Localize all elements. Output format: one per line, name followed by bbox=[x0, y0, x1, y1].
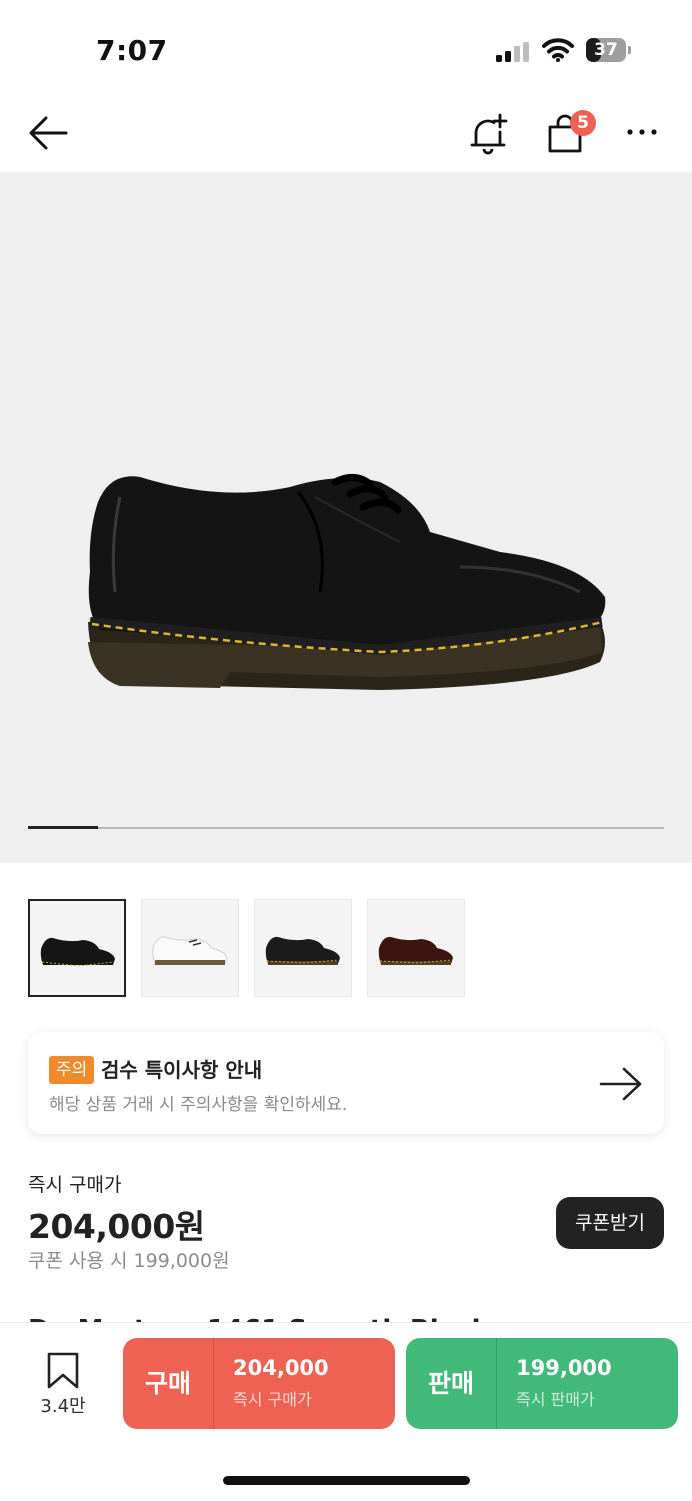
buy-label: 구매 bbox=[144, 1369, 191, 1398]
battery-indicator: 37 bbox=[586, 38, 632, 62]
battery-level: 37 bbox=[594, 40, 618, 60]
product-image-carousel[interactable] bbox=[0, 172, 692, 863]
arrow-right-icon bbox=[599, 1067, 642, 1101]
image-progress-track bbox=[28, 826, 664, 829]
more-options-button[interactable] bbox=[622, 120, 662, 144]
sell-amount: 199,000 bbox=[516, 1356, 612, 1380]
cart-count-badge: 5 bbox=[570, 110, 596, 136]
notice-title: 검수 특이사항 안내 bbox=[101, 1058, 263, 1082]
buy-sub-label: 즉시 구매가 bbox=[233, 1390, 312, 1409]
back-button[interactable] bbox=[26, 112, 74, 154]
notice-subtitle: 해당 상품 거래 시 주의사항을 확인하세요. bbox=[49, 1095, 348, 1115]
inspection-notice-card[interactable]: 주의 검수 특이사항 안내 해당 상품 거래 시 주의사항을 확인하세요. bbox=[28, 1032, 664, 1134]
thumbnail-black-alt[interactable] bbox=[254, 899, 352, 997]
get-coupon-button[interactable]: 쿠폰받기 bbox=[556, 1197, 664, 1249]
shoe-thumbnail-image bbox=[378, 936, 453, 965]
home-indicator bbox=[223, 1476, 470, 1485]
bell-plus-icon bbox=[470, 113, 508, 155]
cart-button[interactable]: 5 bbox=[544, 110, 596, 156]
sell-label: 판매 bbox=[427, 1369, 474, 1398]
bookmark-icon bbox=[47, 1352, 79, 1389]
caution-tag: 주의 bbox=[49, 1056, 95, 1084]
sell-sub-label: 즉시 판매가 bbox=[516, 1390, 595, 1409]
arrow-left-icon bbox=[29, 116, 68, 150]
instant-buy-price-label: 즉시 구매가 bbox=[28, 1174, 122, 1196]
thumbnail-oxblood[interactable] bbox=[367, 899, 465, 997]
more-horizontal-icon bbox=[627, 129, 657, 135]
shoe-thumbnail-image bbox=[40, 937, 115, 967]
buy-button[interactable]: 구매 204,000 즉시 구매가 bbox=[123, 1338, 395, 1429]
coupon-price-text: 쿠폰 사용 시 199,000원 bbox=[28, 1250, 230, 1272]
wifi-icon bbox=[542, 38, 574, 62]
instant-buy-price: 204,000원 bbox=[28, 1207, 205, 1246]
shoe-thumbnail-image bbox=[152, 936, 228, 965]
buy-amount: 204,000 bbox=[233, 1356, 329, 1380]
wishlist-count: 3.4만 bbox=[40, 1396, 86, 1417]
cellular-signal-icon bbox=[496, 42, 529, 62]
thumbnail-black[interactable] bbox=[28, 899, 126, 997]
thumbnail-white[interactable] bbox=[141, 899, 239, 997]
status-time: 7:07 bbox=[96, 34, 168, 67]
wishlist-button[interactable]: 3.4만 bbox=[34, 1352, 92, 1417]
image-progress-fill bbox=[28, 826, 98, 829]
product-shoe-image bbox=[88, 474, 606, 690]
sell-button[interactable]: 판매 199,000 즉시 판매가 bbox=[406, 1338, 678, 1429]
shoe-thumbnail-image bbox=[265, 936, 340, 965]
price-alert-button[interactable] bbox=[464, 110, 512, 158]
